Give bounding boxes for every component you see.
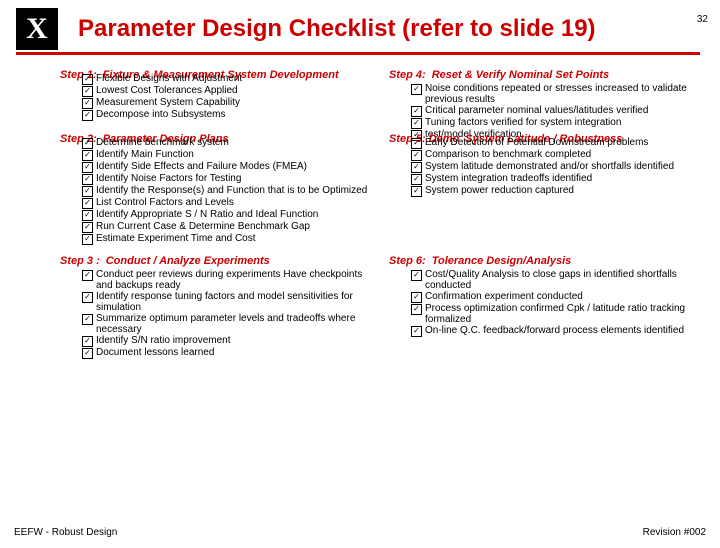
checklist-item: ✓Decompose into Subsystems xyxy=(82,109,371,121)
checkbox-icon: ✓ xyxy=(82,74,93,85)
checklist-item: ✓Document lessons learned xyxy=(82,347,371,359)
page-number: 32 xyxy=(697,14,708,25)
checkbox-icon: ✓ xyxy=(82,270,93,281)
checkbox-icon: ✓ xyxy=(411,138,422,149)
checklist-item: ✓Run Current Case & Determine Benchmark … xyxy=(82,221,371,233)
checkbox-icon: ✓ xyxy=(411,304,422,315)
page-title: Parameter Design Checklist (refer to sli… xyxy=(78,15,700,43)
step5-items: ✓Early Detection of Potential Downstream… xyxy=(411,137,700,197)
checklist-item: ✓Noise conditions repeated or stresses i… xyxy=(411,83,700,105)
checkbox-icon: ✓ xyxy=(411,118,422,129)
checkbox-icon: ✓ xyxy=(411,186,422,197)
checkbox-icon: ✓ xyxy=(82,150,93,161)
checklist-item: ✓Early Detection of Potential Downstream… xyxy=(411,137,700,149)
step4-header: Step 4: Reset & Verify Nominal Set Point… xyxy=(389,69,700,81)
checkbox-icon: ✓ xyxy=(411,174,422,185)
checkbox-icon: ✓ xyxy=(82,162,93,173)
checklist-item: ✓On-line Q.C. feedback/forward process e… xyxy=(411,325,700,337)
checklist-item: ✓Process optimization confirmed Cpk / la… xyxy=(411,303,700,325)
checklist-item: ✓Identify response tuning factors and mo… xyxy=(82,291,371,313)
checklist-item: ✓Comparison to benchmark completed xyxy=(411,149,700,161)
step2-items: ✓Determine benchmark system✓Identify Mai… xyxy=(82,137,371,245)
checklist-item: ✓Identify Side Effects and Failure Modes… xyxy=(82,161,371,173)
checkbox-icon: ✓ xyxy=(82,98,93,109)
checkbox-icon: ✓ xyxy=(82,234,93,245)
checkbox-icon: ✓ xyxy=(82,138,93,149)
step6-items: ✓Cost/Quality Analysis to close gaps in … xyxy=(411,269,700,337)
checklist-item: ✓System power reduction captured xyxy=(411,185,700,197)
checkbox-icon: ✓ xyxy=(411,270,422,281)
checklist-item: ✓Critical parameter nominal values/latit… xyxy=(411,105,700,117)
checklist-item: ✓Lowest Cost Tolerances Applied xyxy=(82,85,371,97)
checklist-item: ✓List Control Factors and Levels xyxy=(82,197,371,209)
checklist-item: ✓Summarize optimum parameter levels and … xyxy=(82,313,371,335)
checkbox-icon: ✓ xyxy=(82,174,93,185)
checkbox-icon: ✓ xyxy=(411,150,422,161)
checklist-item: ✓Confirmation experiment conducted xyxy=(411,291,700,303)
checkbox-icon: ✓ xyxy=(411,292,422,303)
checkbox-icon: ✓ xyxy=(411,106,422,117)
checkbox-icon: ✓ xyxy=(82,348,93,359)
checklist-item: ✓Estimate Experiment Time and Cost xyxy=(82,233,371,245)
step6-header: Step 6: Tolerance Design/Analysis xyxy=(389,255,700,267)
checkbox-icon: ✓ xyxy=(82,336,93,347)
checklist-item: ✓Identify Main Function xyxy=(82,149,371,161)
checkbox-icon: ✓ xyxy=(82,292,93,303)
step3-header: Step 3 : Conduct / Analyze Experiments xyxy=(60,255,371,267)
checkbox-icon: ✓ xyxy=(82,314,93,325)
footer-left: EEFW - Robust Design xyxy=(14,527,117,538)
checkbox-icon: ✓ xyxy=(82,110,93,121)
step3-items: ✓Conduct peer reviews during experiments… xyxy=(82,269,371,359)
checkbox-icon: ✓ xyxy=(82,186,93,197)
checklist-item: ✓Identify Noise Factors for Testing xyxy=(82,173,371,185)
checkbox-icon: ✓ xyxy=(82,222,93,233)
checkbox-icon: ✓ xyxy=(411,326,422,337)
checklist-item: ✓Identify Appropriate S / N Ratio and Id… xyxy=(82,209,371,221)
checkbox-icon: ✓ xyxy=(411,84,422,95)
checklist-item: ✓Conduct peer reviews during experiments… xyxy=(82,269,371,291)
checklist-item: ✓Identify S/N ratio improvement xyxy=(82,335,371,347)
checklist-item: ✓System latitude demonstrated and/or sho… xyxy=(411,161,700,173)
checkbox-icon: ✓ xyxy=(82,86,93,97)
checklist-item: ✓Measurement System Capability xyxy=(82,97,371,109)
checklist-item: ✓Identify the Response(s) and Function t… xyxy=(82,185,371,197)
checkbox-icon: ✓ xyxy=(82,210,93,221)
checklist-item: ✓Cost/Quality Analysis to close gaps in … xyxy=(411,269,700,291)
checklist-item: ✓Tuning factors verified for system inte… xyxy=(411,117,700,129)
logo: X xyxy=(16,8,58,50)
checklist-item: ✓Determine benchmark system xyxy=(82,137,371,149)
footer-right: Revision #002 xyxy=(643,527,706,538)
checklist-item: ✓System integration tradeoffs identified xyxy=(411,173,700,185)
checkbox-icon: ✓ xyxy=(411,162,422,173)
checkbox-icon: ✓ xyxy=(82,198,93,209)
